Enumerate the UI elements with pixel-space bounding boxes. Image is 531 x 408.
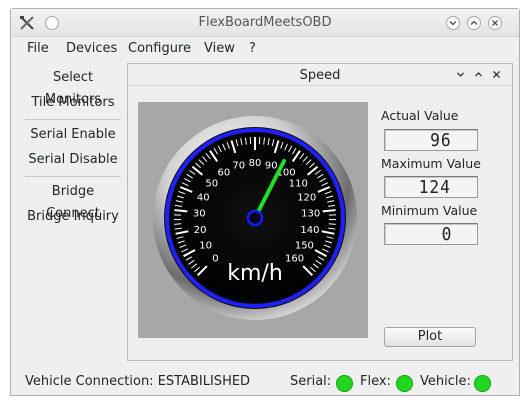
subwindow-title-bar: Speed <box>128 64 512 86</box>
subwindow-close-button[interactable] <box>492 69 501 82</box>
gauge-tick-label: 20 <box>194 225 207 236</box>
vehicle-status-led <box>474 375 491 392</box>
speedometer-gauge: 010203040506070 80 90100110120130140150160… <box>153 116 357 320</box>
subwindow-maximize-button[interactable] <box>474 69 483 82</box>
serial-status-led <box>336 375 353 392</box>
maximum-value-text: 124 <box>419 177 452 198</box>
close-button[interactable] <box>488 16 502 30</box>
gauge-tick-label: 120 <box>297 193 316 204</box>
gauge-hub <box>246 209 264 227</box>
chevron-up-icon <box>470 20 478 25</box>
close-icon <box>492 20 498 26</box>
maximum-value-display: 124 <box>384 176 478 198</box>
maximize-button[interactable] <box>467 16 481 30</box>
menu-view[interactable]: View <box>204 41 235 56</box>
flex-status-led <box>396 375 413 392</box>
gauge-minor-tick <box>328 223 336 225</box>
gauge-tick-label: 80 <box>249 158 262 169</box>
plot-button[interactable]: Plot <box>384 327 476 347</box>
sidebar-divider <box>25 176 121 177</box>
gauge-tick-label: 130 <box>301 209 320 220</box>
gauge-tick-label: 110 <box>289 178 308 189</box>
gauge-unit-label: km/h <box>227 261 283 286</box>
sidebar-divider <box>25 119 121 120</box>
actual-value-display: 96 <box>384 129 478 151</box>
window-title: FlexBoardMeetsOBD <box>198 15 332 30</box>
gauge-tick-label: 140 <box>300 225 319 236</box>
subwindow-minimize-button[interactable] <box>456 69 465 82</box>
speed-gauge-panel: 0 10 20 30 40 50 60 70 80 90 100 110 120 130 140 150 160… <box>138 102 368 338</box>
flex-status-label: Flex: <box>360 374 391 389</box>
menu-bar: File Devices Configure View ? <box>11 37 519 59</box>
subwindow-title: Speed <box>299 68 341 83</box>
minimum-value-label: Minimum Value <box>381 203 478 218</box>
chevron-down-icon <box>449 21 457 26</box>
speed-subwindow: Speed 0 10 20 30 40 50 60 70 80 90 100 1… <box>127 63 513 361</box>
gauge-tick-label: 50 <box>205 178 218 189</box>
close-icon <box>493 71 500 78</box>
actual-value-text: 96 <box>430 130 452 151</box>
gauge-tick-label: 150 <box>295 240 314 251</box>
gauge-tick-label: 0 <box>212 254 218 265</box>
bridge-inquiry-button[interactable]: Bridge Inquiry <box>23 206 123 228</box>
gauge-tick-label: 30 <box>193 209 206 220</box>
vehicle-status-label: Vehicle: <box>420 374 471 389</box>
menu-devices[interactable]: Devices <box>66 41 117 56</box>
gauge-minor-tick <box>174 223 182 225</box>
tile-monitors-button[interactable]: Tile Monitors <box>23 92 123 114</box>
gauge-major-tick <box>322 209 336 213</box>
minimum-value-display: 0 <box>384 223 478 245</box>
main-window: FlexBoardMeetsOBD File Devices Configure… <box>10 8 520 396</box>
gauge-tick-label: 10 <box>199 240 212 251</box>
maximum-value-label: Maximum Value <box>381 156 481 171</box>
gauge-tick-label: 40 <box>197 193 210 204</box>
actual-value-label: Actual Value <box>381 108 459 123</box>
minimize-button[interactable] <box>446 16 460 30</box>
status-bar: Vehicle Connection: ESTABILISHED Serial:… <box>11 367 519 395</box>
gauge-tick-label: 60 <box>218 167 231 178</box>
gauge-tick-label: 160 <box>285 254 304 265</box>
chevron-up-icon <box>475 72 482 77</box>
menu-file[interactable]: File <box>27 41 49 56</box>
serial-disable-button[interactable]: Serial Disable <box>23 149 123 171</box>
menu-configure[interactable]: Configure <box>128 41 191 56</box>
title-bar: FlexBoardMeetsOBD <box>11 9 519 37</box>
gauge-major-tick <box>174 209 188 213</box>
select-monitors-button[interactable]: Select Monitors <box>23 67 123 107</box>
chevron-down-icon <box>457 72 464 77</box>
bridge-connect-button[interactable]: Bridge Connect <box>23 181 123 221</box>
gauge-tick-label: 70 <box>232 160 245 171</box>
vehicle-connection-status: Vehicle Connection: ESTABILISHED <box>25 374 251 389</box>
serial-enable-button[interactable]: Serial Enable <box>23 124 123 146</box>
menu-help[interactable]: ? <box>249 41 256 56</box>
serial-status-label: Serial: <box>290 374 332 389</box>
minimum-value-text: 0 <box>441 224 453 245</box>
